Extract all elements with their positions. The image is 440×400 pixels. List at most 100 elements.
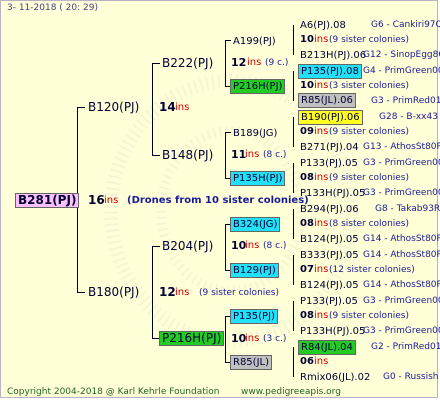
gen2-b204[interactable]: B204(PJ) — [161, 239, 214, 254]
gen4-info: G8 - Takab93R — [375, 204, 440, 214]
gen4-note: (9 sister colonies) — [329, 35, 410, 45]
connector — [293, 117, 294, 147]
gen4-parent[interactable]: B271(PJ).04 — [299, 140, 360, 155]
gen4-info: G14 - AthosSt80R — [363, 234, 440, 244]
gen4-info: G14 - AthosSt80R — [363, 250, 440, 260]
gen4-info: G13 - AthosSt80R — [363, 142, 440, 152]
gen1-upper[interactable]: B120(PJ) — [87, 100, 140, 115]
gen4-info: G6 - Cankiri97Q — [371, 20, 440, 30]
gen1-lower-count: 12 — [159, 285, 176, 299]
gen4-ins: ins — [314, 34, 329, 45]
root-note: (Drones from 10 sister colonies) — [127, 195, 309, 206]
gen4-info: G3 - PrimGreen00 — [363, 296, 440, 306]
gen4-note: (9 sister colonies) — [329, 127, 410, 137]
gen4-info: G3 - PrimRed01 — [371, 96, 440, 106]
gen2-b222[interactable]: B222(PJ) — [161, 56, 214, 71]
gen4-ins: ins — [314, 80, 329, 91]
gen2-b204-ins: ins — [245, 240, 260, 251]
gen4-parent[interactable]: P133H(PJ).05 — [299, 186, 366, 201]
connector — [152, 155, 160, 156]
connector — [225, 224, 226, 270]
gen4-count: 06 — [300, 356, 314, 367]
gen4-note: (9 sister colonies) — [329, 311, 410, 321]
gen3-b129[interactable]: B129(PJ) — [230, 263, 279, 278]
gen4-ins: ins — [314, 218, 329, 229]
root-queen[interactable]: B281(PJ) — [15, 193, 80, 208]
connector — [225, 132, 231, 133]
gen2-b204-note: (8 c.) — [263, 241, 287, 251]
gen4-info: G28 - B-xx43 — [379, 112, 438, 122]
gen1-upper-count: 14 — [159, 100, 176, 114]
gen3-b189[interactable]: B189(JG) — [232, 126, 278, 141]
gen3-p135a[interactable]: P135H(PJ) — [230, 171, 286, 186]
gen4-count: 09 — [300, 126, 314, 137]
connector — [225, 40, 226, 86]
connector — [293, 301, 294, 331]
connector — [293, 347, 294, 377]
gen3-a199[interactable]: A199(PJ) — [232, 34, 277, 49]
gen4-parent[interactable]: Rmix06(JL).02 — [299, 370, 371, 385]
connector — [225, 316, 226, 362]
connector — [293, 25, 294, 55]
gen4-parent[interactable]: B124(PJ).05 — [299, 278, 360, 293]
gen4-info: G12 - SinopEgg86R — [363, 50, 440, 60]
gen2-b148-note: (8 c.) — [263, 150, 287, 160]
connector — [77, 107, 85, 108]
gen4-parent[interactable]: A6(PJ).08 — [299, 18, 347, 33]
connector — [293, 71, 294, 101]
gen4-note: (3 sister colonies) — [329, 81, 410, 91]
gen4-info: G2 - PrimRed01 — [371, 342, 440, 352]
gen4-parent[interactable]: P133H(PJ).05 — [299, 324, 366, 339]
gen2-b222-ins: ins — [247, 57, 262, 68]
gen4-parent[interactable]: P135(PJ).08 — [298, 64, 362, 79]
connector — [77, 292, 85, 293]
gen4-info: G14 - AthosSt80R — [363, 280, 440, 290]
connector — [225, 40, 231, 41]
gen3-p216h[interactable]: P216H(PJ) — [230, 79, 286, 94]
gen1-upper-ins: ins — [175, 102, 190, 113]
gen4-ins: ins — [314, 172, 329, 183]
gen4-ins: ins — [314, 310, 329, 321]
site-link[interactable]: www.pedigreeapis.org — [241, 386, 341, 399]
connector — [293, 255, 294, 285]
gen4-parent[interactable]: B124(PJ).05 — [299, 232, 360, 247]
gen4-note: (8 sister colonies) — [329, 219, 410, 229]
copyright: Copyright 2004-2018 @ Karl Kehrle Founda… — [7, 387, 220, 397]
gen4-info: G4 - PrimGreen00 — [363, 66, 440, 76]
root-ins: ins — [104, 195, 119, 206]
gen2-b148[interactable]: B148(PJ) — [161, 148, 214, 163]
gen4-parent[interactable]: P133(PJ).05 — [299, 294, 359, 309]
gen4-info: G3 - PrimGreen00 — [363, 326, 440, 336]
connector — [152, 63, 153, 155]
gen4-count: 08 — [300, 218, 314, 229]
connector — [152, 246, 153, 338]
gen4-parent[interactable]: R85(JL).06 — [298, 93, 356, 108]
gen4-parent[interactable]: B333(PJ).05 — [299, 248, 360, 263]
connector — [225, 132, 226, 178]
connector — [293, 209, 294, 239]
gen4-count: 08 — [300, 310, 314, 321]
gen4-info: G3 - PrimGreen00 — [363, 158, 440, 168]
gen3-b324[interactable]: B324(JG) — [230, 217, 281, 232]
gen3-p135b[interactable]: P135(PJ) — [230, 309, 278, 324]
gen4-count: 10 — [300, 34, 314, 45]
root-gen-count: 16 — [88, 193, 105, 207]
gen2-b222-note: (9 c.) — [265, 58, 289, 68]
gen4-count: 08 — [300, 172, 314, 183]
gen2-b222-count: 12 — [231, 56, 247, 69]
gen4-parent[interactable]: B190(PJ).06 — [298, 110, 363, 125]
gen1-lower-note: (9 sister colonies) — [199, 288, 280, 298]
gen4-ins: ins — [314, 126, 329, 137]
gen1-lower-ins: ins — [175, 287, 190, 298]
gen4-info: G3 - PrimGreen00 — [363, 188, 440, 198]
gen4-count: 07 — [300, 264, 314, 275]
gen4-parent[interactable]: P133(PJ).05 — [299, 156, 359, 171]
gen4-ins: ins — [314, 356, 329, 367]
gen4-parent[interactable]: R84(JL).04 — [298, 340, 356, 355]
gen3-r85[interactable]: R85(JL) — [230, 355, 272, 370]
gen4-parent[interactable]: B213H(PJ).06 — [299, 48, 367, 63]
gen1-lower[interactable]: B180(PJ) — [87, 285, 140, 300]
connector — [152, 63, 160, 64]
gen2-p216[interactable]: P216H(PJ) — [159, 331, 225, 346]
gen4-parent[interactable]: B294(PJ).06 — [299, 202, 360, 217]
